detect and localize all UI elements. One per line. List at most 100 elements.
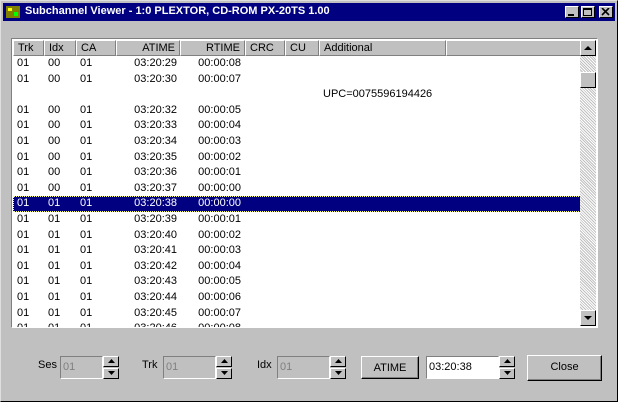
table-row[interactable]: 01 01 01 03:20:40 00:00:02 xyxy=(13,228,581,244)
cell-rtime: 00:00:04 xyxy=(198,119,241,132)
cell-trk: 01 xyxy=(17,212,30,225)
ses-field[interactable]: 01 xyxy=(60,356,103,379)
atime-field[interactable]: 03:20:38 xyxy=(426,356,499,379)
ses-spin-up[interactable] xyxy=(103,356,119,367)
cell-idx: 01 xyxy=(48,228,61,241)
cell-atime: 03:20:46 xyxy=(119,322,177,327)
table-row[interactable]: 01 00 01 03:20:30 00:00:07 xyxy=(13,72,581,88)
cell-trk: 01 xyxy=(17,322,41,327)
trk-label: Trk xyxy=(142,359,158,371)
atime-spin-down[interactable] xyxy=(499,368,515,379)
cell-trk: 01 xyxy=(17,166,30,179)
column-header-crc[interactable]: CRC xyxy=(245,40,285,56)
spin-down-icon xyxy=(221,371,228,375)
cell-rtime: 00:00:07 xyxy=(198,306,241,319)
idx-field[interactable]: 01 xyxy=(277,356,330,379)
table-row[interactable]: 01 01 01 03:20:38 00:00:00 xyxy=(13,196,581,212)
atime-button[interactable]: ATIME xyxy=(361,356,419,379)
cell-ca: 01 xyxy=(80,134,93,147)
ses-label: Ses xyxy=(38,359,57,371)
close-window-button[interactable] xyxy=(599,6,613,18)
cell-rtime: 00:00:02 xyxy=(198,228,241,241)
cell-idx: 01 xyxy=(48,322,72,327)
table-row[interactable]: 01 01 01 03:20:45 00:00:07 xyxy=(13,306,581,322)
atime-spinner[interactable] xyxy=(499,356,515,379)
minimize-button[interactable] xyxy=(565,6,579,18)
spin-up-icon xyxy=(108,359,115,363)
table-row[interactable]: UPC=0075596194426 xyxy=(13,87,581,103)
table-row[interactable]: 01 01 01 03:20:43 00:00:05 xyxy=(13,274,581,290)
cell-idx: 00 xyxy=(48,57,61,69)
trk-spinner[interactable] xyxy=(216,356,232,379)
idx-spin-up[interactable] xyxy=(330,356,346,367)
cell-atime: 03:20:29 xyxy=(134,57,177,69)
table-row[interactable]: 01 00 01 03:20:36 00:00:01 xyxy=(13,165,581,181)
table-row[interactable]: 01 00 01 03:20:35 00:00:02 xyxy=(13,150,581,166)
trk-spin-down[interactable] xyxy=(216,368,232,379)
table-row[interactable]: 01 00 01 03:20:37 00:00:00 xyxy=(13,181,581,197)
subchannel-list[interactable]: Trk Idx CA ATIME RTIME CRC CU Additional… xyxy=(11,38,598,328)
table-row[interactable]: 01 00 01 03:20:34 00:00:03 xyxy=(13,134,581,150)
idx-spinner[interactable] xyxy=(330,356,346,379)
cell-ca: 01 xyxy=(80,166,93,179)
scroll-down-button[interactable] xyxy=(580,310,596,326)
atime-spin-up[interactable] xyxy=(499,356,515,367)
cell-trk: 01 xyxy=(17,103,30,116)
column-header-idx[interactable]: Idx xyxy=(44,40,76,56)
cell-atime: 03:20:43 xyxy=(134,275,177,288)
cell-atime: 03:20:42 xyxy=(134,259,177,272)
table-row[interactable]: 01 01 01 03:20:39 00:00:01 xyxy=(13,212,581,228)
column-header-cu[interactable]: CU xyxy=(285,40,319,56)
spin-up-icon xyxy=(335,359,342,363)
cell-trk: 01 xyxy=(17,290,30,303)
table-row[interactable]: 01 01 01 03:20:41 00:00:03 xyxy=(13,243,581,259)
table-row[interactable]: 01 01 01 03:20:46 00:00:08 xyxy=(13,321,581,327)
cell-ca: 01 xyxy=(80,119,93,132)
vertical-scrollbar[interactable] xyxy=(580,40,596,326)
table-row[interactable]: 01 01 01 03:20:44 00:00:06 xyxy=(13,290,581,306)
column-header-atime[interactable]: ATIME xyxy=(116,40,180,56)
cell-trk: 01 xyxy=(17,134,30,147)
table-row[interactable]: 01 01 01 03:20:42 00:00:04 xyxy=(13,259,581,275)
cell-rtime: 00:00:03 xyxy=(198,244,241,257)
column-header-rtime[interactable]: RTIME xyxy=(180,40,245,56)
window-title: Subchannel Viewer - 1:0 PLEXTOR, CD-ROM … xyxy=(25,5,330,17)
cell-idx: 00 xyxy=(48,119,61,132)
cell-ca: 01 xyxy=(80,72,93,85)
cell-ca: 01 xyxy=(80,306,93,319)
column-header-trk[interactable]: Trk xyxy=(13,40,44,56)
cell-atime: 03:20:35 xyxy=(134,150,177,163)
table-row[interactable]: 01 00 01 03:20:29 00:00:08 xyxy=(13,56,581,72)
table-row[interactable]: 01 00 01 03:20:33 00:00:04 xyxy=(13,118,581,134)
ses-spinner[interactable] xyxy=(103,356,119,379)
idx-spin-down[interactable] xyxy=(330,368,346,379)
title-bar[interactable]: Subchannel Viewer - 1:0 PLEXTOR, CD-ROM … xyxy=(3,3,615,21)
cell-trk: 01 xyxy=(17,72,30,85)
table-row[interactable]: 01 00 01 03:20:32 00:00:05 xyxy=(13,103,581,119)
scroll-up-button[interactable] xyxy=(580,40,596,56)
trk-field[interactable]: 01 xyxy=(163,356,216,379)
close-button[interactable]: Close xyxy=(527,355,602,381)
cell-atime: 03:20:38 xyxy=(134,197,177,210)
cell-trk: 01 xyxy=(17,228,30,241)
cell-rtime: 00:00:04 xyxy=(198,259,241,272)
maximize-button[interactable] xyxy=(581,6,595,18)
ses-spin-down[interactable] xyxy=(103,368,119,379)
minimize-icon xyxy=(568,14,574,16)
column-header-additional[interactable]: Additional xyxy=(319,40,446,56)
spin-down-icon xyxy=(335,371,342,375)
cell-rtime: 00:00:07 xyxy=(198,72,241,85)
scroll-thumb[interactable] xyxy=(580,72,596,88)
cell-add: UPC=0075596194426 xyxy=(323,88,433,101)
cell-idx: 01 xyxy=(48,290,61,303)
cell-ca: 01 xyxy=(80,259,93,272)
trk-spin-up[interactable] xyxy=(216,356,232,367)
cell-rtime: 00:00:08 xyxy=(183,322,241,327)
cell-rtime: 00:00:08 xyxy=(198,57,241,69)
column-header-ca[interactable]: CA xyxy=(76,40,116,56)
cell-idx: 00 xyxy=(48,72,61,85)
cell-trk: 01 xyxy=(17,57,30,69)
cell-idx: 01 xyxy=(48,259,61,272)
cell-atime: 03:20:33 xyxy=(134,119,177,132)
cell-atime: 03:20:39 xyxy=(134,212,177,225)
